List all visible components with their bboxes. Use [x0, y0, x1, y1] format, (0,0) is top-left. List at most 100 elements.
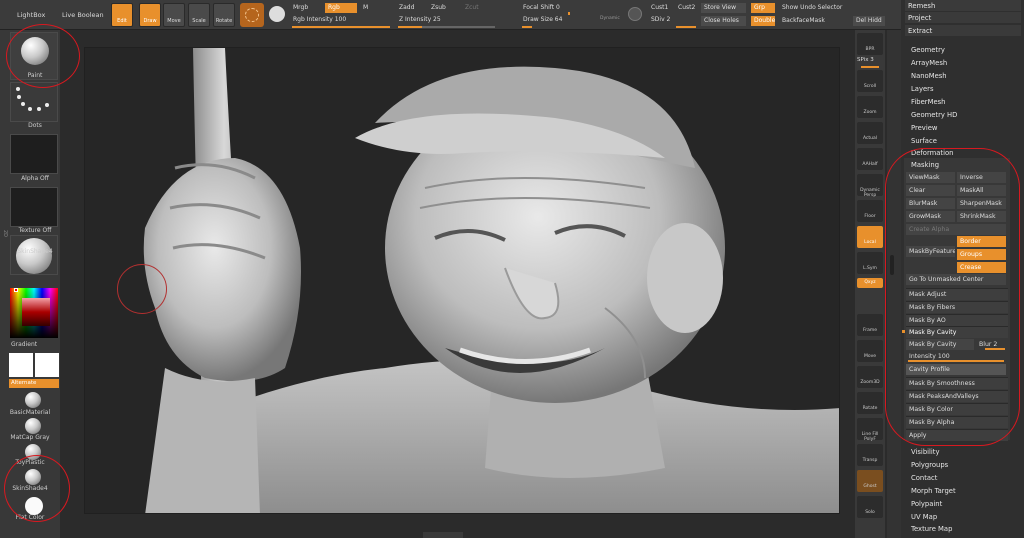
fibermesh-header[interactable]: FiberMesh — [911, 98, 946, 106]
annotation-circle-brush — [6, 24, 80, 88]
lightbox-button[interactable]: LightBox — [17, 11, 45, 19]
ghost-button[interactable]: Ghost — [857, 470, 883, 492]
sdiv-slider[interactable]: SDiv 2 — [648, 15, 673, 25]
store-view-button[interactable]: Store View — [701, 3, 746, 13]
document-canvas[interactable] — [84, 47, 840, 514]
remesh-header[interactable]: Remesh — [908, 2, 935, 10]
live-boolean-button[interactable]: Live Boolean — [62, 11, 104, 19]
brush-thumbnail[interactable] — [240, 3, 264, 27]
matcap-gray-label: MatCap Gray — [10, 434, 50, 441]
polyf-button[interactable]: Line Fill PolyF — [857, 418, 883, 442]
mrgb-button[interactable]: Mrgb — [290, 3, 311, 13]
dots-stroke-icon — [16, 87, 49, 111]
focal-shift-marker — [568, 12, 570, 15]
rgb-button[interactable]: Rgb — [325, 3, 357, 13]
sdiv-icon — [628, 7, 642, 21]
del-hidden-button[interactable]: Del Hidd — [853, 16, 885, 26]
matcap-gray-icon[interactable] — [25, 418, 41, 434]
sculpt-render — [85, 48, 839, 513]
texture-off-label: Texture Off — [18, 227, 52, 234]
grp-button[interactable]: Grp — [751, 3, 775, 13]
backface-mask-button[interactable]: BackfaceMask — [779, 16, 828, 26]
cust2-button[interactable]: Cust2 — [675, 3, 698, 13]
z-intensity-fill — [398, 26, 422, 28]
scale-button[interactable]: Scale — [188, 3, 210, 27]
spix-label[interactable]: SPix 3 — [857, 57, 874, 63]
edit-button[interactable]: Edit — [111, 3, 133, 27]
geometry-hd-header[interactable]: Geometry HD — [911, 111, 957, 119]
layers-header[interactable]: Layers — [911, 85, 934, 93]
dynamic-label[interactable]: Dynamic — [600, 16, 620, 21]
rgb-intensity-fill — [292, 26, 390, 28]
surface-header[interactable]: Surface — [911, 137, 937, 145]
zoom3d-button[interactable]: Zoom3D — [857, 366, 883, 388]
canvas-bottom-handle[interactable] — [423, 532, 463, 538]
aahalf-button[interactable]: AAHalf — [857, 148, 883, 170]
zadd-button[interactable]: Zadd — [396, 3, 417, 13]
color-swatch-marker — [14, 288, 18, 292]
lsym-button[interactable]: L.Sym — [857, 252, 883, 274]
solo-button[interactable]: Solo — [857, 496, 883, 518]
texture-slot[interactable] — [10, 187, 58, 227]
brush-cursor — [117, 264, 167, 314]
extract-header[interactable]: Extract — [908, 27, 932, 35]
material-sphere-icon — [16, 238, 52, 274]
scroll-button[interactable]: Scroll — [857, 70, 883, 92]
z-intensity-track — [422, 26, 495, 28]
alpha-off-label: Alpha Off — [21, 175, 49, 182]
texture-map-header[interactable]: Texture Map — [911, 525, 952, 533]
stroke-icon[interactable] — [269, 6, 285, 22]
material-slot[interactable] — [10, 235, 58, 275]
polygroups-header[interactable]: Polygroups — [911, 461, 948, 469]
cust1-button[interactable]: Cust1 — [648, 3, 671, 13]
local-button[interactable]: Local — [857, 226, 883, 248]
arraymesh-header[interactable]: ArrayMesh — [911, 59, 947, 67]
polypaint-header[interactable]: Polypaint — [911, 500, 942, 508]
rotate-button[interactable]: Rotate — [213, 3, 235, 27]
focal-shift-slider[interactable]: Focal Shift 0 — [520, 3, 563, 13]
morph-target-header[interactable]: Morph Target — [911, 487, 956, 495]
spix-fill — [861, 66, 879, 68]
rotate-view-button[interactable]: Rotate — [857, 392, 883, 414]
rgb-intensity-slider[interactable]: Rgb Intensity 100 — [290, 15, 349, 25]
zcut-button[interactable]: Zcut — [462, 3, 482, 13]
secondary-color-swatch[interactable] — [35, 353, 59, 377]
alternate-button[interactable]: Alternate — [9, 379, 59, 388]
visibility-header[interactable]: Visibility — [911, 448, 940, 456]
alpha-slot[interactable] — [10, 134, 58, 174]
show-undo-selector-button[interactable]: Show Undo Selector — [779, 3, 845, 13]
xyz-button[interactable]: Qxyz — [857, 278, 883, 288]
preview-header[interactable]: Preview — [911, 124, 937, 132]
main-color-swatch[interactable] — [9, 353, 33, 377]
uv-map-header[interactable]: UV Map — [911, 513, 937, 521]
project-header[interactable]: Project — [908, 14, 931, 22]
contact-header[interactable]: Contact — [911, 474, 937, 482]
persp-button[interactable]: Dynamic Persp — [857, 174, 883, 198]
zsub-button[interactable]: Zsub — [428, 3, 449, 13]
m-button[interactable]: M — [360, 3, 371, 13]
basic-material-label: BasicMaterial — [9, 409, 51, 416]
close-holes-button[interactable]: Close Holes — [701, 16, 746, 26]
draw-size-slider[interactable]: Draw Size 64 — [520, 15, 565, 25]
basic-material-icon[interactable] — [25, 392, 41, 408]
move-view-button[interactable]: Move — [857, 340, 883, 362]
double-button[interactable]: Double — [751, 16, 775, 26]
draw-size-fill — [522, 26, 532, 28]
color-square[interactable] — [22, 298, 50, 326]
zoom-button[interactable]: Zoom — [857, 96, 883, 118]
floor-button[interactable]: Floor — [857, 200, 883, 222]
gradient-label: Gradient — [11, 341, 38, 348]
color-picker[interactable] — [10, 288, 58, 338]
z-intensity-slider[interactable]: Z Intensity 25 — [396, 15, 444, 25]
top-toolbar: LightBox Live Boolean Edit Draw Move Sca… — [0, 0, 904, 30]
tray-side-label[interactable]: 2D — [2, 230, 8, 270]
draw-button[interactable]: Draw — [139, 3, 161, 27]
frame-button[interactable]: Frame — [857, 314, 883, 336]
stroke-slot[interactable] — [10, 82, 58, 122]
move-button[interactable]: Move — [163, 3, 185, 27]
geometry-header[interactable]: Geometry — [911, 46, 945, 54]
bpr-button[interactable]: BPR — [857, 33, 883, 55]
transp-button[interactable]: Transp — [857, 444, 883, 466]
nanomesh-header[interactable]: NanoMesh — [911, 72, 947, 80]
actual-button[interactable]: Actual — [857, 122, 883, 144]
